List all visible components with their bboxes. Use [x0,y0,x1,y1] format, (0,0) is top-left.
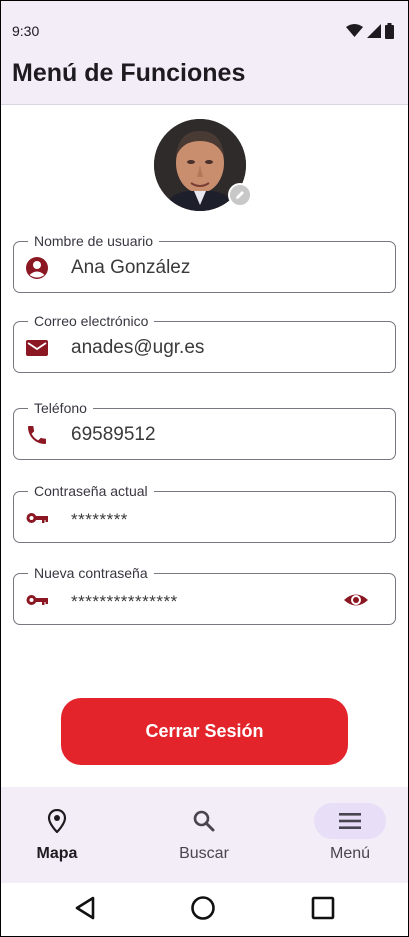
system-recents-button[interactable] [308,893,338,923]
location-pin-icon [47,809,67,833]
system-back-button[interactable] [70,893,100,923]
edit-avatar-button[interactable] [228,183,252,207]
nav-icon-container [21,803,93,839]
status-time: 9:30 [12,23,40,39]
mail-icon [26,340,48,356]
email-value: anades@ugr.es [71,337,205,358]
bottom-navigation: Mapa Buscar Menú [1,787,408,883]
system-home-button[interactable] [188,893,218,923]
recents-icon [311,896,335,920]
signal-icon [367,24,381,38]
username-label: Nombre de usuario [28,232,160,250]
logout-button[interactable]: Cerrar Sesión [61,698,348,765]
battery-icon [385,23,394,39]
username-value: Ana González [71,257,191,278]
nav-item-mapa[interactable]: Mapa [7,803,107,873]
home-icon [191,896,215,920]
new-password-field[interactable]: Nueva contraseña *************** [13,564,396,625]
new-password-label: Nueva contraseña [28,564,154,582]
nav-label-mapa: Mapa [36,845,78,862]
nav-label-menu: Menú [329,845,371,862]
phone-screen: 9:30 Menú de Funciones Nombre de usuario… [0,0,409,937]
nav-item-buscar[interactable]: Buscar [154,803,254,873]
nav-icon-container [168,803,240,839]
search-icon [193,810,215,832]
phone-value: 69589512 [71,424,156,445]
current-password-value: ******** [71,510,128,529]
nav-icon-container [314,803,386,839]
nav-item-menu[interactable]: Menú [300,803,400,873]
key-icon [26,513,48,523]
current-password-field[interactable]: Contraseña actual ******** [13,482,396,543]
email-field[interactable]: Correo electrónico anades@ugr.es [13,312,396,373]
page-title: Menú de Funciones [12,59,246,87]
pencil-icon [236,191,244,199]
eye-icon[interactable] [343,588,369,612]
wifi-icon [346,24,363,37]
phone-icon [28,426,46,444]
back-icon [75,896,95,920]
new-password-value: *************** [71,592,178,611]
status-icons [346,23,394,39]
username-field[interactable]: Nombre de usuario Ana González [13,232,396,293]
phone-label: Teléfono [28,399,93,417]
profile-avatar[interactable] [154,119,252,211]
current-password-label: Contraseña actual [28,482,154,500]
status-bar: 9:30 [1,1,408,49]
key-icon [26,595,48,605]
account-circle-icon [26,257,48,279]
menu-icon [339,813,361,829]
system-navigation [1,883,408,936]
app-bar: Menú de Funciones [1,49,408,105]
phone-field[interactable]: Teléfono 69589512 [13,399,396,460]
email-label: Correo electrónico [28,312,155,330]
nav-label-buscar: Buscar [179,845,229,862]
